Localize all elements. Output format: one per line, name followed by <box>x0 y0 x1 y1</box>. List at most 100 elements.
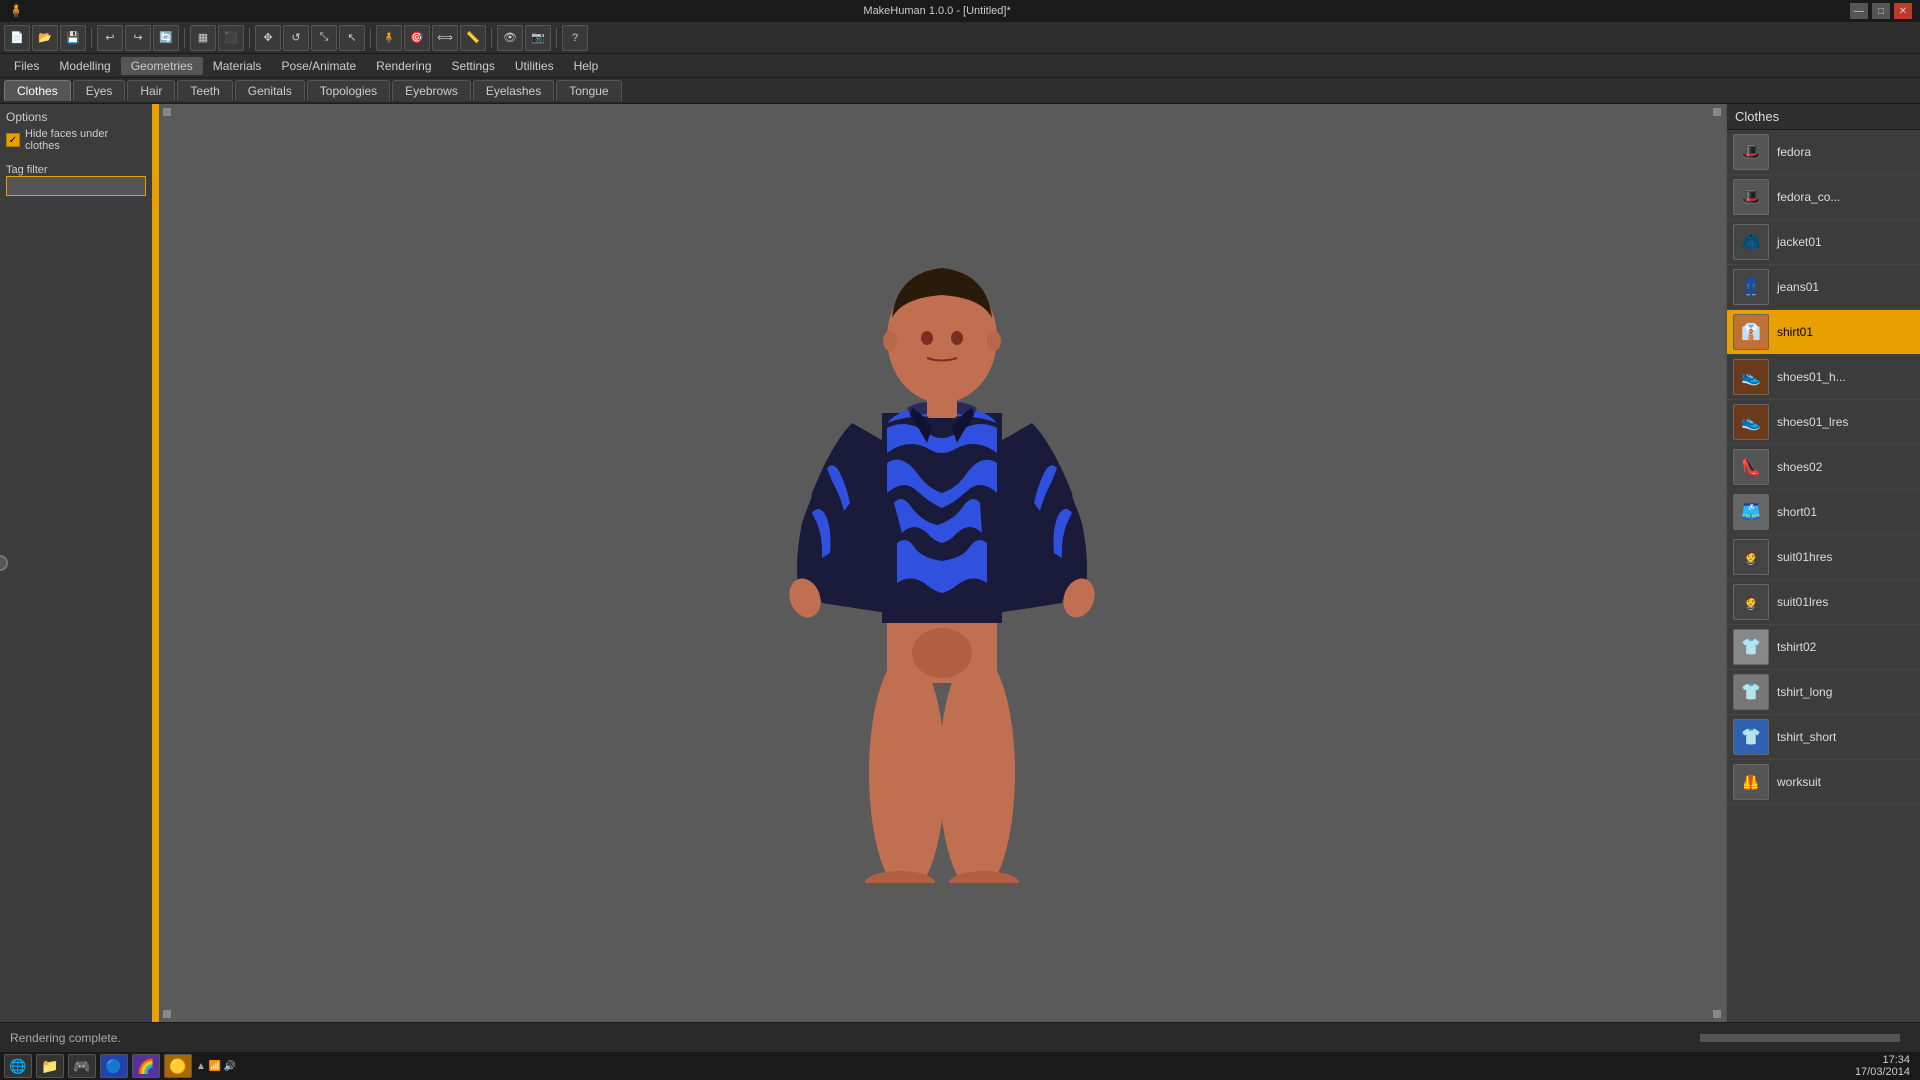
options-section: Options Hide faces under clothes <box>6 110 146 152</box>
tshirt02-label: tshirt02 <box>1777 640 1816 654</box>
viewport[interactable] <box>159 104 1725 1022</box>
redo-button[interactable]: ↪ <box>125 25 151 51</box>
tab-genitals[interactable]: Genitals <box>235 80 305 101</box>
menu-pose-animate[interactable]: Pose/Animate <box>271 57 366 75</box>
clothes-item-tshirt02[interactable]: 👕 tshirt02 <box>1727 625 1920 670</box>
suit01lres-thumb: 🤵 <box>1733 584 1769 620</box>
select-button[interactable]: ↖ <box>339 25 365 51</box>
tab-eyelashes[interactable]: Eyelashes <box>473 80 554 101</box>
right-panel: Clothes 🎩 fedora 🎩 fedora_co... 🧥 jacket… <box>1725 104 1920 1022</box>
undo-button[interactable]: ↩ <box>97 25 123 51</box>
menu-rendering[interactable]: Rendering <box>366 57 441 75</box>
menu-modelling[interactable]: Modelling <box>49 57 120 75</box>
viewport-handle-tr[interactable] <box>1713 108 1721 116</box>
save-button[interactable]: 💾 <box>60 25 86 51</box>
tab-hair[interactable]: Hair <box>127 80 175 101</box>
menu-materials[interactable]: Materials <box>203 57 272 75</box>
clothes-item-suit01lres[interactable]: 🤵 suit01lres <box>1727 580 1920 625</box>
checkerboard-button[interactable]: ⬛ <box>218 25 244 51</box>
fedora-thumb: 🎩 <box>1733 134 1769 170</box>
menu-settings[interactable]: Settings <box>442 57 505 75</box>
clothes-item-suit01hres[interactable]: 🤵 suit01hres <box>1727 535 1920 580</box>
toolbar-separator-4 <box>370 28 371 48</box>
character-button[interactable]: 🧍 <box>376 25 402 51</box>
taskbar-app5[interactable]: 🌈 <box>132 1054 160 1078</box>
viewport-handle-bl[interactable] <box>163 1010 171 1018</box>
move-button[interactable]: ✥ <box>255 25 281 51</box>
clothes-item-worksuit[interactable]: 🦺 worksuit <box>1727 760 1920 805</box>
shoes02-label: shoes02 <box>1777 460 1822 474</box>
target-button[interactable]: 🎯 <box>404 25 430 51</box>
viewport-handle-tl[interactable] <box>163 108 171 116</box>
clothes-list: 🎩 fedora 🎩 fedora_co... 🧥 jacket01 👖 jea… <box>1727 130 1920 1022</box>
shoes01lres-label: shoes01_lres <box>1777 415 1848 429</box>
progress-fill <box>1700 1034 1900 1042</box>
minimize-button[interactable]: — <box>1850 3 1868 19</box>
grid-button[interactable]: ▦ <box>190 25 216 51</box>
rotate-button[interactable]: ↺ <box>283 25 309 51</box>
jacket01-thumb: 🧥 <box>1733 224 1769 260</box>
clothes-item-shoes01lres[interactable]: 👟 shoes01_lres <box>1727 400 1920 445</box>
tshirt-long-thumb: 👕 <box>1733 674 1769 710</box>
clothes-item-shirt01[interactable]: 👔 shirt01 <box>1727 310 1920 355</box>
status-text: Rendering complete. <box>10 1031 1700 1045</box>
shoes01h-label: shoes01_h... <box>1777 370 1846 384</box>
measure-button[interactable]: 📏 <box>460 25 486 51</box>
help-button[interactable]: ? <box>562 25 588 51</box>
camera-button[interactable]: 📷 <box>525 25 551 51</box>
app-icon: 🧍 <box>8 3 24 19</box>
taskbar-files[interactable]: 📁 <box>36 1054 64 1078</box>
fedora-label: fedora <box>1777 145 1811 159</box>
clothes-item-jeans01[interactable]: 👖 jeans01 <box>1727 265 1920 310</box>
new-button[interactable]: 📄 <box>4 25 30 51</box>
clothes-item-tshirt-short[interactable]: 👕 tshirt_short <box>1727 715 1920 760</box>
left-edge-handle <box>0 555 8 571</box>
menubar: Files Modelling Geometries Materials Pos… <box>0 54 1920 78</box>
fedora-co-label: fedora_co... <box>1777 190 1840 204</box>
symmetry-button[interactable]: ⟺ <box>432 25 458 51</box>
tag-filter-label: Tag filter <box>6 164 146 176</box>
tab-topologies[interactable]: Topologies <box>307 80 390 101</box>
clothes-item-jacket01[interactable]: 🧥 jacket01 <box>1727 220 1920 265</box>
taskbar-steam[interactable]: 🎮 <box>68 1054 96 1078</box>
suit01hres-label: suit01hres <box>1777 550 1832 564</box>
tab-tongue[interactable]: Tongue <box>556 80 621 101</box>
taskbar-makehuman[interactable]: 🟡 <box>164 1054 192 1078</box>
viewport-handle-br[interactable] <box>1713 1010 1721 1018</box>
jeans01-thumb: 👖 <box>1733 269 1769 305</box>
close-button[interactable]: ✕ <box>1894 3 1912 19</box>
right-panel-title: Clothes <box>1727 104 1920 130</box>
tshirt-short-label: tshirt_short <box>1777 730 1836 744</box>
clothes-item-fedora-co[interactable]: 🎩 fedora_co... <box>1727 175 1920 220</box>
statusbar: Rendering complete. <box>0 1022 1920 1052</box>
tag-filter-input[interactable] <box>6 176 146 196</box>
menu-geometries[interactable]: Geometries <box>121 57 203 75</box>
eye-button[interactable]: 👁 <box>497 25 523 51</box>
scale-button[interactable]: ⤡ <box>311 25 337 51</box>
tab-clothes[interactable]: Clothes <box>4 80 71 101</box>
clothes-item-tshirt-long[interactable]: 👕 tshirt_long <box>1727 670 1920 715</box>
tab-eyebrows[interactable]: Eyebrows <box>392 80 471 101</box>
taskbar-app4[interactable]: 🔵 <box>100 1054 128 1078</box>
jacket01-label: jacket01 <box>1777 235 1822 249</box>
maximize-button[interactable]: □ <box>1872 3 1890 19</box>
clothes-item-short01[interactable]: 🩳 short01 <box>1727 490 1920 535</box>
toolbar-separator-2 <box>184 28 185 48</box>
hide-faces-checkbox[interactable] <box>6 133 20 147</box>
clothes-item-shoes02[interactable]: 👠 shoes02 <box>1727 445 1920 490</box>
tab-teeth[interactable]: Teeth <box>177 80 232 101</box>
menu-files[interactable]: Files <box>4 57 49 75</box>
progress-bar <box>1700 1034 1900 1042</box>
toolbar-separator-5 <box>491 28 492 48</box>
tab-eyes[interactable]: Eyes <box>73 80 126 101</box>
short01-label: short01 <box>1777 505 1817 519</box>
sys-tray-icons: ▲ 📶 🔊 <box>196 1061 236 1072</box>
menu-help[interactable]: Help <box>564 57 609 75</box>
clothes-item-shoes01h[interactable]: 👟 shoes01_h... <box>1727 355 1920 400</box>
toolbar-separator-6 <box>556 28 557 48</box>
taskbar-chrome[interactable]: 🌐 <box>4 1054 32 1078</box>
open-button[interactable]: 📂 <box>32 25 58 51</box>
reset-button[interactable]: 🔄 <box>153 25 179 51</box>
menu-utilities[interactable]: Utilities <box>505 57 564 75</box>
clothes-item-fedora[interactable]: 🎩 fedora <box>1727 130 1920 175</box>
